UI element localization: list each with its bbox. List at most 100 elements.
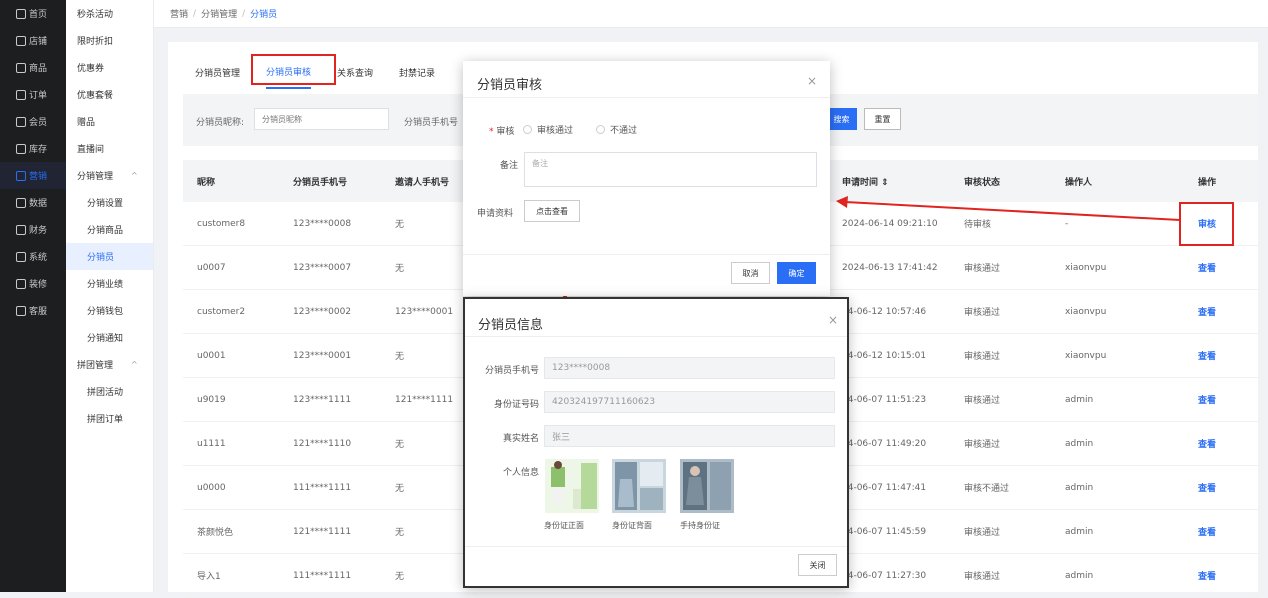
distributor-info-dialog: 分销员信息 × 分销员手机号 123****0008 身份证号码 4203241… [463, 297, 849, 588]
close-button[interactable]: 关闭 [798, 554, 837, 576]
data-icon [16, 197, 26, 208]
cancel-button[interactable]: 取消 [731, 262, 770, 284]
nav2-groupbuy-group[interactable]: 拼团管理 ^ [66, 351, 153, 378]
view-link[interactable]: 查看 [1198, 525, 1216, 538]
id-front-image[interactable] [545, 459, 599, 513]
personal-info-label: 个人信息 [502, 468, 539, 478]
nav-stock[interactable]: 库存 [0, 135, 66, 162]
nav2-gift[interactable]: 赠品 [66, 108, 153, 135]
nav2-dist-notice[interactable]: 分销通知 [66, 324, 153, 351]
cell-inviter: 123****0001 [395, 306, 454, 317]
cell-apply-time: 24-06-12 10:15:01 [842, 350, 927, 361]
phone-filter-label: 分销员手机号 [404, 118, 459, 128]
reset-button[interactable]: 重置 [864, 108, 901, 130]
view-link[interactable]: 查看 [1198, 349, 1216, 362]
shop-icon [16, 35, 26, 46]
system-icon [16, 251, 26, 262]
nav2-dist-settings[interactable]: 分销设置 [66, 189, 153, 216]
header-operator: 操作人 [1065, 177, 1093, 188]
decorate-icon [16, 278, 26, 289]
nav2-groupbuy-order[interactable]: 拼团订单 [66, 405, 153, 432]
cell-inviter: 无 [395, 264, 405, 274]
cell-inviter: 无 [395, 528, 405, 538]
nav2-coupon[interactable]: 优惠券 [66, 54, 153, 81]
tab-relation-query[interactable]: 关系查询 [337, 56, 373, 89]
nav-system[interactable]: 系统 [0, 243, 66, 270]
cell-operator: xiaonvpu [1065, 262, 1107, 273]
cell-operator: admin [1065, 438, 1094, 449]
nav-order[interactable]: 订单 [0, 81, 66, 108]
id-back-image[interactable] [612, 459, 666, 513]
view-link[interactable]: 查看 [1198, 481, 1216, 494]
nav2-dist-wallet[interactable]: 分销钱包 [66, 297, 153, 324]
stock-icon [16, 143, 26, 154]
nav2-dist-performance[interactable]: 分销业绩 [66, 270, 153, 297]
close-icon[interactable]: × [807, 74, 817, 88]
header-apply-time[interactable]: 申请时间 ⇕ [842, 175, 889, 188]
audit-link[interactable]: 审核 [1198, 217, 1216, 230]
cell-operator: admin [1065, 526, 1094, 537]
cell-nickname: u1111 [197, 438, 226, 449]
cell-nickname: u0001 [197, 350, 226, 361]
close-icon[interactable]: × [828, 313, 838, 327]
nav2-seckill[interactable]: 秒杀活动 [66, 0, 153, 27]
view-link[interactable]: 查看 [1198, 261, 1216, 274]
confirm-button[interactable]: 确定 [777, 262, 816, 284]
cell-status: 审核通过 [964, 572, 1001, 582]
breadcrumb-item[interactable]: 营销 [170, 7, 188, 20]
nickname-filter-input[interactable] [254, 108, 389, 130]
nav-data[interactable]: 数据 [0, 189, 66, 216]
service-icon [16, 305, 26, 316]
id-front-caption: 身份证正面 [544, 521, 584, 530]
breadcrumb-current: 分销员 [250, 10, 278, 20]
breadcrumb: 营销 / 分销管理 / 分销员 [154, 0, 1268, 28]
goods-icon [16, 62, 26, 73]
view-link[interactable]: 查看 [1198, 437, 1216, 450]
tab-ban-records[interactable]: 封禁记录 [399, 56, 435, 89]
tab-distributor-manage[interactable]: 分销员管理 [195, 56, 240, 89]
nav-decorate[interactable]: 装修 [0, 270, 66, 297]
view-material-button[interactable]: 点击查看 [524, 200, 580, 222]
audit-pass-radio[interactable]: 审核通过 [523, 123, 573, 136]
nav-member[interactable]: 会员 [0, 108, 66, 135]
remark-label: 备注 [500, 161, 519, 171]
nav2-distributor[interactable]: 分销员 [66, 243, 153, 270]
cell-status: 审核通过 [964, 308, 1001, 318]
cell-nickname: u0007 [197, 262, 226, 273]
cell-apply-time: 24-06-07 11:45:59 [842, 526, 927, 537]
secondary-sidebar: 秒杀活动 限时折扣 优惠券 优惠套餐 赠品 直播间 分销管理 ^ 分销设置 分销商… [66, 0, 154, 592]
nav2-distribution-group[interactable]: 分销管理 ^ [66, 162, 153, 189]
nav2-dist-goods[interactable]: 分销商品 [66, 216, 153, 243]
nav2-live[interactable]: 直播间 [66, 135, 153, 162]
nav-shop[interactable]: 店铺 [0, 27, 66, 54]
audit-reject-radio[interactable]: 不通过 [596, 123, 637, 136]
nav-finance[interactable]: 财务 [0, 216, 66, 243]
cell-operator: admin [1065, 482, 1094, 493]
header-status: 审核状态 [964, 177, 1001, 188]
view-link[interactable]: 查看 [1198, 569, 1216, 582]
nav-service[interactable]: 客服 [0, 297, 66, 324]
cell-nickname: u9019 [197, 394, 226, 405]
cell-apply-time: 24-06-07 11:47:41 [842, 482, 927, 493]
tab-distributor-audit[interactable]: 分销员审核 [266, 56, 312, 89]
cell-apply-time: 2024-06-14 09:21:10 [842, 218, 938, 229]
nav-goods[interactable]: 商品 [0, 54, 66, 81]
nav-home[interactable]: 首页 [0, 0, 66, 27]
cell-nickname: u0000 [197, 482, 226, 493]
view-link[interactable]: 查看 [1198, 305, 1216, 318]
cell-nickname: customer8 [197, 218, 246, 229]
handheld-id-image[interactable] [680, 459, 734, 513]
nav2-package[interactable]: 优惠套餐 [66, 81, 153, 108]
cell-inviter: 无 [395, 484, 405, 494]
breadcrumb-item[interactable]: 分销管理 [201, 7, 237, 20]
cell-inviter: 无 [395, 572, 405, 582]
view-link[interactable]: 查看 [1198, 393, 1216, 406]
nav2-groupbuy-activity[interactable]: 拼团活动 [66, 378, 153, 405]
nav-marketing[interactable]: 营销 [0, 162, 66, 189]
cell-operator: admin [1065, 570, 1094, 581]
search-button[interactable]: 搜索 [826, 108, 857, 130]
cell-phone: 111****1111 [293, 570, 352, 581]
remark-textarea[interactable]: 备注 [524, 152, 817, 187]
header-action: 操作 [1198, 177, 1217, 188]
nav2-discount[interactable]: 限时折扣 [66, 27, 153, 54]
